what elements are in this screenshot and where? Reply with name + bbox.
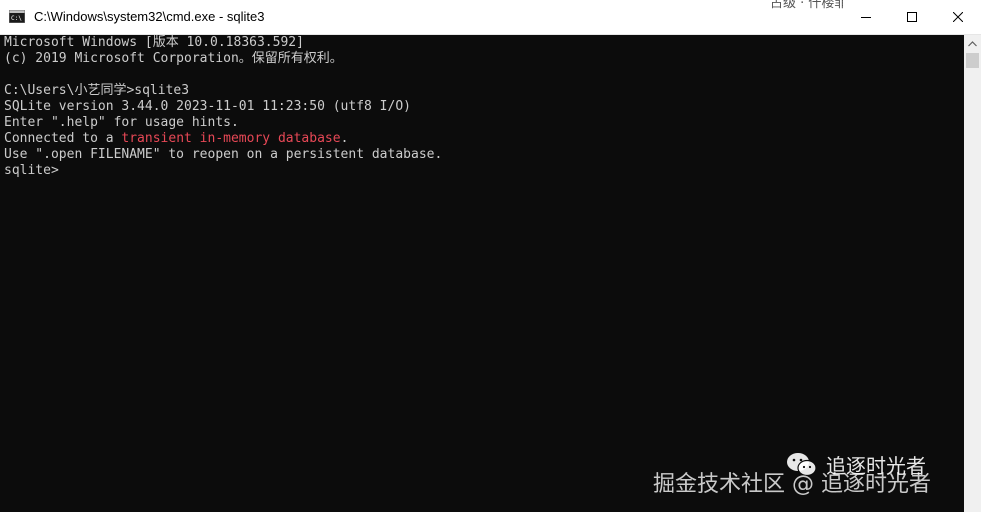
connected-prefix: Connected to a bbox=[4, 131, 122, 146]
title-bar[interactable]: C:\ C:\Windows\system32\cmd.exe - sqlite… bbox=[0, 0, 981, 35]
scroll-up-arrow-icon bbox=[968, 40, 977, 46]
console-output[interactable]: Microsoft Windows [版本 10.0.18363.592] (c… bbox=[0, 35, 964, 512]
console-line: SQLite version 3.44.0 2023-11-01 11:23:5… bbox=[4, 99, 411, 114]
window-title: C:\Windows\system32\cmd.exe - sqlite3 bbox=[34, 9, 265, 24]
cmd-window: C:\ C:\Windows\system32\cmd.exe - sqlite… bbox=[0, 0, 981, 512]
console-line-connected: Connected to a transient in-memory datab… bbox=[4, 131, 348, 147]
console-line: C:\Users\小艺同学>sqlite3 bbox=[4, 83, 190, 98]
cmd-icon: C:\ bbox=[9, 10, 25, 23]
minimize-icon bbox=[861, 17, 871, 18]
minimize-button[interactable] bbox=[843, 0, 889, 34]
sqlite-prompt[interactable]: sqlite> bbox=[4, 163, 59, 179]
maximize-icon bbox=[907, 12, 917, 22]
console-line: Enter ".help" for usage hints. bbox=[4, 115, 239, 130]
watermark-site: 掘金技术社区 @ 追逐时光者 bbox=[653, 472, 931, 497]
vertical-scrollbar[interactable] bbox=[964, 35, 981, 512]
console-line: Use ".open FILENAME" to reopen on a pers… bbox=[4, 147, 443, 162]
close-icon bbox=[953, 12, 963, 22]
console-line: Microsoft Windows [版本 10.0.18363.592] bbox=[4, 35, 304, 50]
connected-suffix: . bbox=[340, 131, 349, 146]
console-line: (c) 2019 Microsoft Corporation。保留所有权利。 bbox=[4, 51, 343, 66]
svg-text:C:\: C:\ bbox=[11, 15, 22, 22]
scroll-thumb[interactable] bbox=[966, 53, 979, 68]
close-button[interactable] bbox=[935, 0, 981, 34]
scroll-up-button[interactable] bbox=[964, 35, 981, 52]
maximize-button[interactable] bbox=[889, 0, 935, 34]
transient-db-highlight: transient in-memory database bbox=[121, 131, 341, 146]
